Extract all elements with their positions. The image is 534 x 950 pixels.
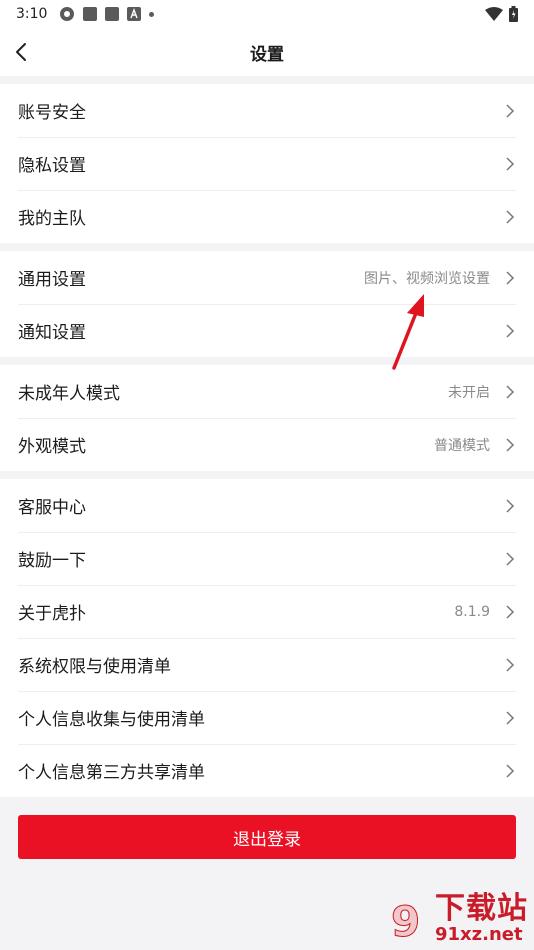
settings-item-label: 通用设置 bbox=[18, 270, 86, 290]
section-divider bbox=[0, 76, 534, 84]
settings-group-account: 账号安全 隐私设置 我的主队 bbox=[0, 84, 534, 243]
app-notification-icon bbox=[105, 7, 120, 21]
section-divider bbox=[0, 357, 534, 365]
notification-icons bbox=[59, 6, 155, 22]
system-icons bbox=[485, 6, 518, 22]
settings-item-label: 未成年人模式 bbox=[18, 384, 120, 404]
settings-group-general: 通用设置 图片、视频浏览设置 通知设置 bbox=[0, 251, 534, 357]
section-divider bbox=[0, 243, 534, 251]
settings-item-value: 图片、视频浏览设置 bbox=[364, 270, 490, 287]
settings-item-label: 个人信息收集与使用清单 bbox=[18, 710, 205, 730]
settings-item-appearance[interactable]: 外观模式 普通模式 bbox=[0, 418, 534, 471]
chevron-right-icon bbox=[506, 323, 515, 338]
settings-item-account-security[interactable]: 账号安全 bbox=[0, 84, 534, 137]
app-notification-icon bbox=[83, 7, 98, 21]
page-title: 设置 bbox=[250, 44, 284, 65]
settings-group-about: 客服中心 鼓励一下 关于虎扑 8.1.9 系统权限与使用清单 个人信息收集与使用… bbox=[0, 479, 534, 797]
back-arrow-icon[interactable] bbox=[10, 40, 34, 64]
chevron-right-icon bbox=[506, 270, 515, 285]
settings-item-notifications[interactable]: 通知设置 bbox=[0, 304, 534, 357]
status-bar: 3:10 bbox=[0, 0, 534, 28]
settings-item-label: 客服中心 bbox=[18, 498, 86, 518]
settings-item-my-team[interactable]: 我的主队 bbox=[0, 190, 534, 243]
logout-section: 退出登录 bbox=[0, 797, 534, 877]
sync-icon bbox=[60, 7, 75, 21]
chevron-right-icon bbox=[506, 710, 515, 725]
settings-item-privacy[interactable]: 隐私设置 bbox=[0, 137, 534, 190]
wifi-icon bbox=[485, 7, 503, 21]
settings-item-encourage[interactable]: 鼓励一下 bbox=[0, 532, 534, 585]
settings-item-about[interactable]: 关于虎扑 8.1.9 bbox=[0, 585, 534, 638]
watermark-url: 91xz.net bbox=[435, 924, 523, 945]
chevron-right-icon bbox=[506, 384, 515, 399]
status-time: 3:10 bbox=[16, 6, 48, 22]
settings-item-general[interactable]: 通用设置 图片、视频浏览设置 bbox=[0, 251, 534, 304]
font-icon bbox=[127, 7, 142, 21]
settings-item-value: 普通模式 bbox=[434, 437, 490, 454]
settings-item-label: 通知设置 bbox=[18, 323, 86, 343]
settings-item-label: 隐私设置 bbox=[18, 156, 86, 176]
battery-icon bbox=[509, 6, 518, 22]
chevron-right-icon bbox=[506, 437, 515, 452]
chevron-right-icon bbox=[506, 498, 515, 513]
chevron-right-icon bbox=[506, 209, 515, 224]
app-header: 设置 bbox=[0, 28, 534, 76]
chevron-right-icon bbox=[506, 103, 515, 118]
settings-item-label: 账号安全 bbox=[18, 103, 86, 123]
logout-button[interactable]: 退出登录 bbox=[18, 815, 516, 859]
svg-text:9: 9 bbox=[391, 897, 420, 946]
chevron-right-icon bbox=[506, 551, 515, 566]
settings-item-label: 鼓励一下 bbox=[18, 551, 86, 571]
chevron-right-icon bbox=[506, 763, 515, 778]
settings-item-label: 我的主队 bbox=[18, 209, 86, 229]
settings-item-label: 系统权限与使用清单 bbox=[18, 657, 171, 677]
more-notifications-dot bbox=[149, 11, 155, 17]
settings-item-personal-info-collection[interactable]: 个人信息收集与使用清单 bbox=[0, 691, 534, 744]
settings-item-third-party-sharing[interactable]: 个人信息第三方共享清单 bbox=[0, 744, 534, 797]
settings-item-value: 未开启 bbox=[448, 384, 490, 401]
chevron-right-icon bbox=[506, 156, 515, 171]
settings-item-label: 个人信息第三方共享清单 bbox=[18, 763, 205, 783]
settings-item-minor-mode[interactable]: 未成年人模式 未开启 bbox=[0, 365, 534, 418]
settings-item-label: 外观模式 bbox=[18, 437, 86, 457]
settings-item-system-permissions[interactable]: 系统权限与使用清单 bbox=[0, 638, 534, 691]
section-divider bbox=[0, 471, 534, 479]
settings-item-customer-service[interactable]: 客服中心 bbox=[0, 479, 534, 532]
watermark-logo: 9 下载站 91xz.net bbox=[391, 891, 528, 947]
settings-item-label: 关于虎扑 bbox=[18, 604, 86, 624]
chevron-right-icon bbox=[506, 604, 515, 619]
watermark-badge-icon: 9 bbox=[391, 897, 421, 947]
chevron-right-icon bbox=[506, 657, 515, 672]
settings-group-modes: 未成年人模式 未开启 外观模式 普通模式 bbox=[0, 365, 534, 471]
app-version: 8.1.9 bbox=[454, 603, 490, 620]
watermark-title: 下载站 bbox=[435, 891, 528, 926]
